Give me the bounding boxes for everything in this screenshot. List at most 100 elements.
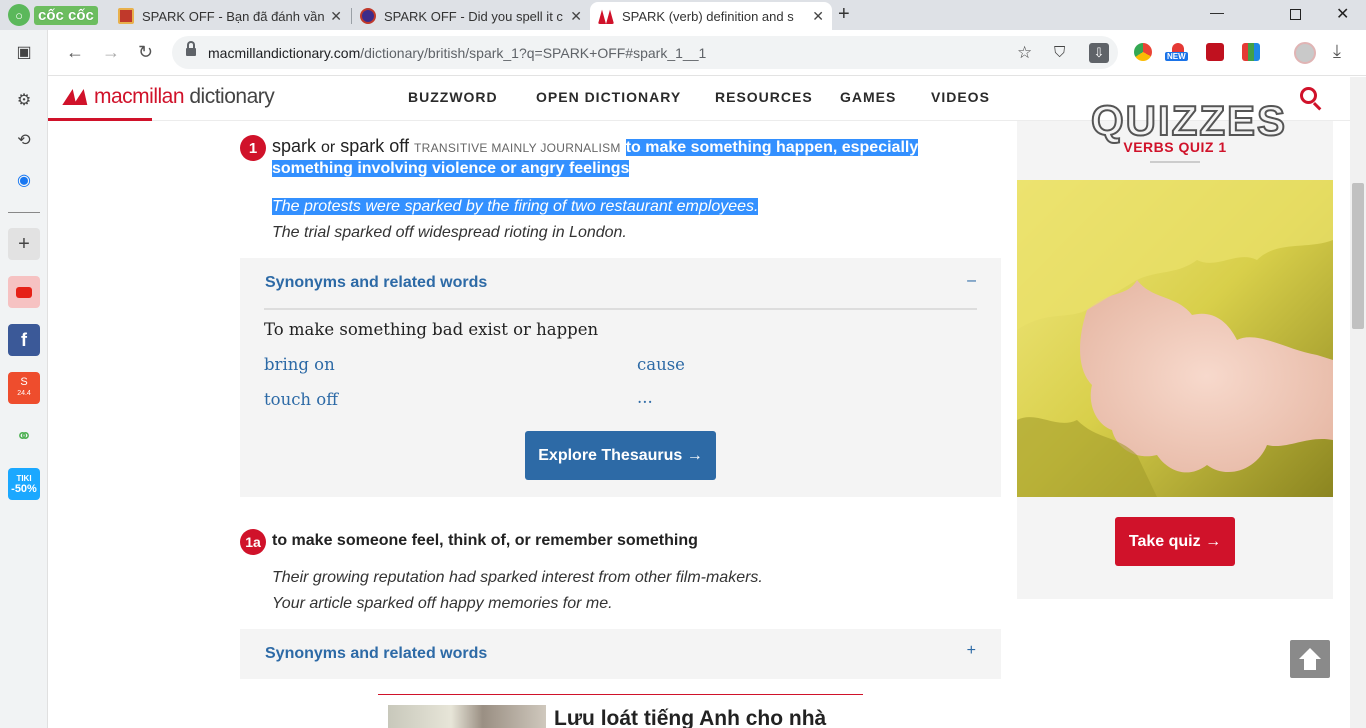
reload-icon[interactable]: ↻ — [138, 42, 153, 63]
downloads-icon[interactable]: ⤓ — [1333, 41, 1341, 62]
extension-colors-icon[interactable] — [1242, 43, 1260, 61]
extension-chrome-icon[interactable] — [1134, 43, 1152, 61]
window-close-icon[interactable]: ✕ — [1336, 4, 1349, 24]
extension-new-icon[interactable]: NEW — [1165, 43, 1191, 61]
bookmark-star-icon[interactable]: ☆ — [1017, 43, 1032, 63]
puzzle-illustration — [1017, 180, 1333, 497]
synonyms-header[interactable]: Synonyms and related words — [265, 645, 487, 663]
sense-number-badge: 1 — [240, 135, 266, 161]
browser-toolbar: ← → ↻ macmillandictionary.com/dictionary… — [0, 30, 1366, 76]
tab-close-icon[interactable]: ✕ — [812, 8, 824, 25]
profile-avatar[interactable] — [1294, 42, 1316, 64]
quiz-heading: QUIZZES — [1090, 96, 1288, 145]
tab-strip: ○ cốc cốc SPARK OFF - Bạn đã đánh vần ✕ … — [0, 0, 1366, 30]
example-sentence: Your article sparked off happy memories … — [272, 595, 613, 612]
back-icon[interactable]: ← — [66, 42, 84, 63]
history-icon[interactable]: ⟲ — [8, 124, 40, 156]
youtube-icon[interactable] — [8, 276, 40, 308]
synonyms-panel-expanded: Synonyms and related words – To make som… — [240, 258, 1001, 497]
promo-title[interactable]: Lưu loát tiếng Anh cho nhà — [554, 707, 826, 728]
forward-icon[interactable]: → — [102, 42, 120, 63]
collapse-toggle-icon[interactable]: – — [967, 272, 976, 290]
nav-resources[interactable]: RESOURCES — [715, 89, 813, 105]
nav-open-dictionary[interactable]: OPEN DICTIONARY — [536, 89, 681, 105]
tab-close-icon[interactable]: ✕ — [570, 8, 582, 25]
tiki-discount: -50% — [11, 483, 37, 495]
scrollbar-thumb[interactable] — [1352, 183, 1364, 329]
nav-buzzword[interactable]: BUZZWORD — [408, 89, 498, 105]
more-synonyms-link[interactable]: ... — [637, 388, 653, 407]
nav-videos[interactable]: VIDEOS — [931, 89, 990, 105]
synonym-link[interactable]: bring on — [264, 355, 335, 374]
headword: spark — [272, 136, 317, 156]
facebook-icon[interactable]: f — [8, 324, 40, 356]
coccoc-green-icon[interactable]: ⚭ — [8, 420, 40, 452]
shopee-badge: 24.4 — [17, 390, 31, 397]
browser-brand[interactable]: ○ cốc cốc — [8, 3, 98, 27]
web-page: macmillan dictionary BUZZWORD OPEN DICTI… — [48, 77, 1350, 728]
synonyms-panel-collapsed[interactable]: Synonyms and related words + — [240, 629, 1001, 679]
url-host: macmillandictionary.com — [208, 45, 361, 61]
coccoc-logo-icon: ○ — [8, 4, 30, 26]
nav-games[interactable]: GAMES — [840, 89, 896, 105]
tab-favicon-icon — [360, 8, 376, 24]
quiz-card: QUIZZES VERBS QUIZ 1 Take quiz → — [1017, 96, 1333, 599]
quiz-title-divider — [1150, 161, 1200, 163]
tab-3-active[interactable]: SPARK (verb) definition and s ✕ — [590, 2, 832, 30]
sidebar-toggle-icon[interactable]: ▣ — [8, 36, 40, 68]
example-sentence: Their growing reputation had sparked int… — [272, 569, 763, 586]
lock-icon[interactable] — [186, 41, 196, 57]
minimize-icon[interactable]: — — [1210, 4, 1224, 20]
restore-icon[interactable] — [1290, 9, 1301, 20]
tab-close-icon[interactable]: ✕ — [330, 8, 342, 25]
sidebar-divider — [8, 212, 40, 213]
macmillan-favicon-icon — [598, 9, 614, 24]
site-search-icon[interactable] — [1298, 85, 1324, 111]
synonym-link[interactable]: touch off — [264, 390, 338, 409]
example-sentence: The protests were sparked by the firing … — [272, 198, 759, 215]
quiz-title[interactable]: VERBS QUIZ 1 — [1017, 139, 1333, 155]
tab-1[interactable]: SPARK OFF - Bạn đã đánh vần ✕ — [110, 2, 350, 30]
logo-underline — [48, 118, 152, 121]
shopee-icon[interactable]: S 24.4 — [8, 372, 40, 404]
logo-wordmark: macmillan dictionary — [94, 85, 275, 108]
synonyms-group-heading: To make something bad exist or happen — [264, 320, 599, 339]
synonyms-divider — [264, 308, 977, 310]
puzzle-image[interactable] — [1017, 180, 1333, 497]
tab-title: SPARK OFF - Bạn đã đánh vần — [142, 8, 325, 24]
tiki-icon[interactable]: TIKI -50% — [8, 468, 40, 500]
expand-toggle-icon[interactable]: + — [967, 642, 976, 660]
back-to-top-button[interactable] — [1290, 640, 1330, 678]
take-quiz-button[interactable]: Take quiz → — [1115, 517, 1235, 566]
page-scrollbar[interactable] — [1350, 77, 1366, 728]
add-shortcut-icon[interactable]: + — [8, 228, 40, 260]
sense-1-definition-line: spark or spark off TRANSITIVE MAINLY JOU… — [272, 137, 952, 178]
example-sentence: The trial sparked off widespread rioting… — [272, 224, 627, 241]
settings-gear-icon[interactable]: ⚙ — [8, 84, 40, 116]
extension-red-icon[interactable] — [1206, 43, 1224, 61]
download-icon[interactable]: ⇩ — [1089, 43, 1109, 63]
explore-thesaurus-button[interactable]: Explore Thesaurus → — [525, 431, 716, 480]
sense-number-badge: 1a — [240, 529, 266, 555]
synonyms-header[interactable]: Synonyms and related words — [265, 274, 487, 292]
browser-window: ○ cốc cốc SPARK OFF - Bạn đã đánh vần ✕ … — [0, 0, 1366, 728]
promo-image[interactable] — [388, 705, 546, 728]
shield-icon[interactable]: ⛉ — [1054, 44, 1065, 61]
new-badge: NEW — [1165, 52, 1188, 61]
shopee-bag-icon: S — [20, 376, 28, 388]
sense-1a-definition: to make someone feel, think of, or remem… — [272, 532, 698, 549]
tab-title: SPARK (verb) definition and s — [622, 8, 794, 24]
macmillan-logo-icon — [62, 86, 91, 108]
synonym-link[interactable]: cause — [637, 355, 685, 374]
arrow-up-icon — [1299, 648, 1321, 670]
promo-divider — [378, 694, 863, 695]
or-text: or — [321, 139, 336, 156]
site-logo[interactable]: macmillan dictionary — [62, 85, 275, 109]
address-bar[interactable]: macmillandictionary.com/dictionary/briti… — [172, 36, 1118, 69]
messenger-icon[interactable]: ◉ — [8, 164, 40, 196]
url-text[interactable]: macmillandictionary.com/dictionary/briti… — [208, 45, 706, 61]
tab-2[interactable]: SPARK OFF - Did you spell it c ✕ — [352, 2, 590, 30]
tab-title: SPARK OFF - Did you spell it c — [384, 8, 563, 24]
new-tab-button[interactable]: + — [838, 3, 850, 26]
browser-sidebar: ▣ ⚙ ⟲ ◉ + f S 24.4 ⚭ TIKI -50% — [0, 30, 48, 728]
